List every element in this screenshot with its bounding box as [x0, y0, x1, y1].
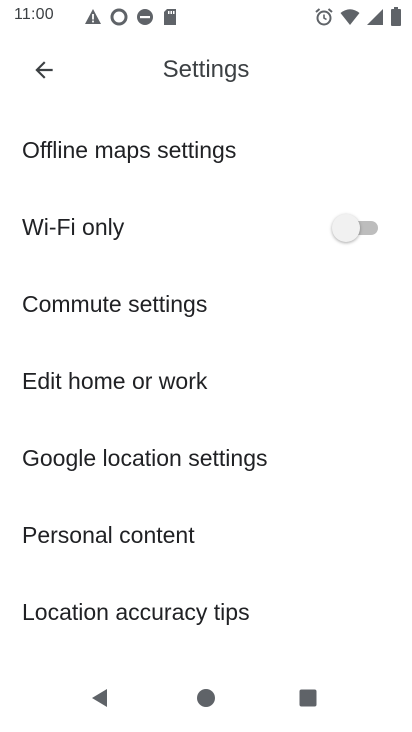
settings-item-label: Commute settings — [22, 291, 208, 317]
home-circle-icon — [194, 686, 218, 715]
settings-item-label: Wi-Fi only — [22, 214, 125, 240]
settings-item-label: Google location settings — [22, 445, 268, 471]
system-navigation-bar — [0, 662, 412, 732]
settings-item-label: Location accuracy tips — [22, 599, 250, 625]
status-left-icons — [84, 6, 178, 28]
page-title: Settings — [162, 56, 250, 83]
commute-settings-item[interactable]: Commute settings — [0, 266, 412, 343]
toggle-thumb — [332, 213, 360, 242]
status-time: 11:00 — [14, 6, 54, 23]
personal-content-item[interactable]: Personal content — [0, 497, 412, 574]
back-triangle-icon — [88, 686, 112, 715]
sd-card-icon — [162, 8, 178, 26]
data-saver-icon — [110, 8, 128, 26]
settings-item-label: Edit home or work — [22, 368, 208, 394]
recents-square-icon — [296, 686, 320, 715]
settings-item-label: Offline maps settings — [22, 137, 237, 163]
offline-maps-settings-item[interactable]: Offline maps settings — [0, 112, 412, 189]
status-bar: 11:00 — [0, 0, 412, 34]
battery-icon — [390, 7, 402, 27]
wifi-only-item[interactable]: Wi-Fi only — [0, 189, 412, 266]
app-bar: Settings — [0, 36, 412, 108]
location-accuracy-tips-item[interactable]: Location accuracy tips — [0, 574, 412, 651]
status-right-icons — [314, 6, 402, 28]
google-location-settings-item[interactable]: Google location settings — [0, 420, 412, 497]
wifi-icon — [340, 8, 360, 26]
wifi-only-toggle[interactable] — [332, 213, 382, 242]
edit-home-or-work-item[interactable]: Edit home or work — [0, 343, 412, 420]
nav-recents-button[interactable] — [290, 682, 326, 718]
alarm-icon — [314, 7, 334, 27]
alert-icon — [84, 8, 102, 26]
nav-home-button[interactable] — [188, 682, 224, 718]
settings-item-label: Personal content — [22, 522, 195, 548]
settings-list: Offline maps settings Wi-Fi only Commute… — [0, 112, 412, 651]
nav-back-button[interactable] — [82, 682, 118, 718]
do-not-disturb-icon — [136, 8, 154, 26]
signal-icon — [366, 8, 384, 26]
